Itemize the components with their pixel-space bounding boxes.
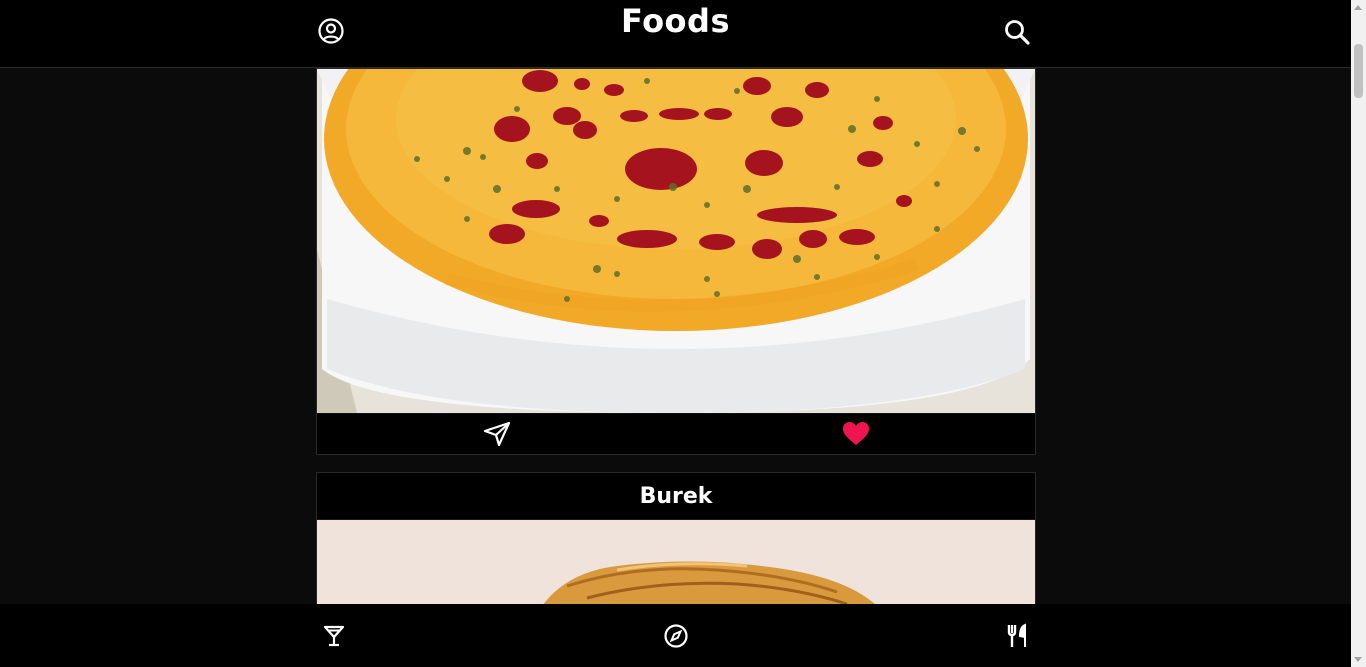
page-title: Foods: [621, 2, 730, 40]
lentil-soup-photo[interactable]: [317, 69, 1035, 413]
scroll-down-arrow[interactable]: [1354, 657, 1362, 662]
food-feed[interactable]: Burek: [316, 68, 1036, 604]
card-actions: [317, 413, 1035, 454]
nav-explore-button[interactable]: [661, 621, 691, 651]
search-button[interactable]: [1001, 16, 1033, 48]
food-title[interactable]: Burek: [317, 473, 1035, 520]
food-card: Burek: [316, 472, 1036, 604]
bottom-navigation: [0, 604, 1351, 667]
scroll-up-arrow[interactable]: [1354, 5, 1362, 10]
share-button[interactable]: [317, 414, 676, 455]
cocktail-glass-icon: [323, 625, 345, 647]
nav-foods-button[interactable]: [1003, 621, 1033, 651]
burek-pastry-photo[interactable]: [317, 520, 1035, 604]
compass-icon: [664, 624, 688, 648]
burek-image: [317, 520, 1035, 604]
nav-drinks-button[interactable]: [319, 621, 349, 651]
like-button[interactable]: [676, 414, 1035, 455]
paper-plane-icon: [483, 421, 510, 447]
lentil-soup-image: [317, 69, 1035, 413]
top-bar: Foods: [0, 0, 1351, 68]
page-scrollbar[interactable]: [1351, 0, 1366, 667]
search-icon: [1005, 20, 1030, 45]
food-card: [316, 68, 1036, 455]
scroll-thumb[interactable]: [1354, 44, 1363, 98]
heart-icon: [842, 422, 869, 445]
fork-knife-icon: [1007, 623, 1026, 647]
